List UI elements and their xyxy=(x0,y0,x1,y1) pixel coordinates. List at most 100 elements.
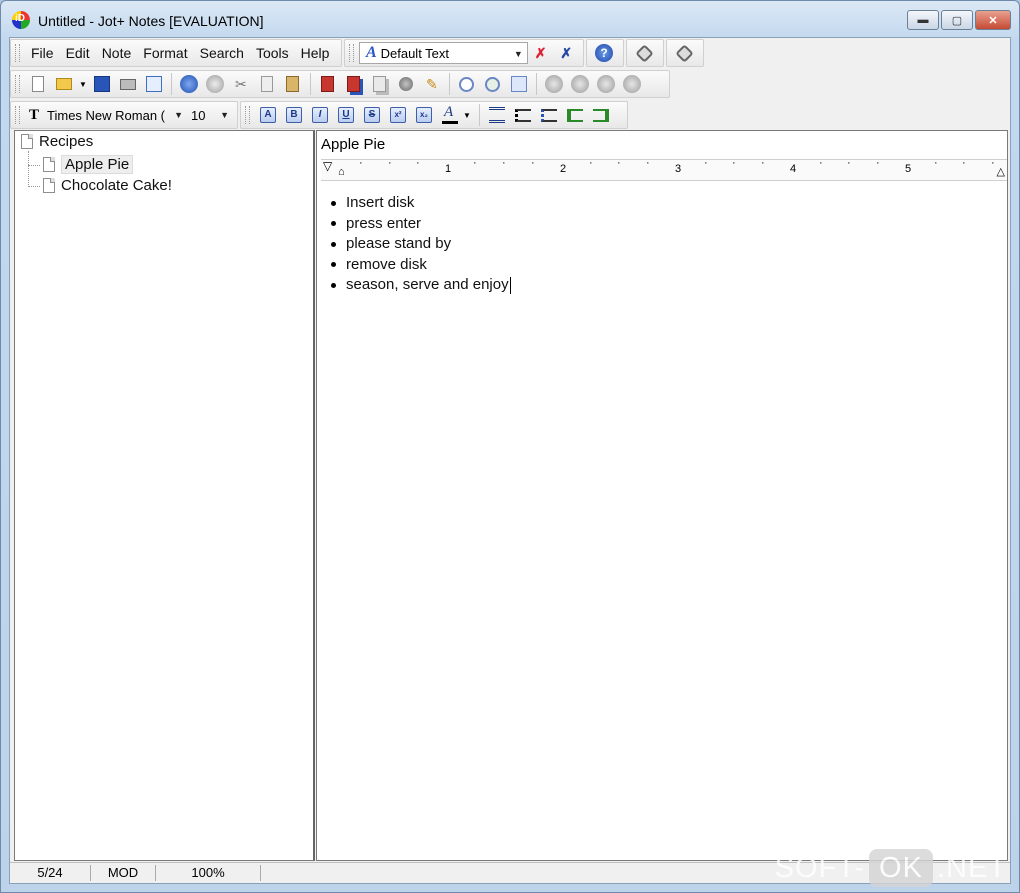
font-size-combo[interactable]: 10 ▼ xyxy=(187,104,233,126)
paragraph-button[interactable] xyxy=(486,104,508,126)
redo-icon xyxy=(205,75,224,93)
close-button[interactable]: ✕ xyxy=(975,10,1011,30)
highlight-format-icon: A xyxy=(260,107,276,123)
list-item-text: season, serve and enjoy xyxy=(346,276,509,294)
bullet-list-button[interactable] xyxy=(512,104,534,126)
list-item-text: Insert disk xyxy=(346,194,415,212)
duplicate-note-button[interactable] xyxy=(369,73,391,95)
bullet-icon xyxy=(331,221,336,227)
font-combo[interactable]: T Times New Roman ( ▼ xyxy=(25,104,187,126)
document-icon xyxy=(43,157,55,172)
bullet-icon xyxy=(331,241,336,247)
new-note-button[interactable] xyxy=(317,73,339,95)
undo-button[interactable] xyxy=(178,73,200,95)
window-title: Untitled - Jot+ Notes [EVALUATION] xyxy=(38,13,264,29)
move-left-button[interactable] xyxy=(595,73,617,95)
tool-b-button[interactable] xyxy=(673,42,695,64)
italic-button[interactable]: I xyxy=(309,104,331,126)
toolbar-grip[interactable] xyxy=(15,44,20,62)
chevron-down-icon[interactable]: ▼ xyxy=(174,110,183,120)
chevron-down-icon[interactable]: ▼ xyxy=(514,49,523,59)
menu-format[interactable]: Format xyxy=(137,42,193,64)
find-next-button[interactable] xyxy=(482,73,504,95)
apply-style-button[interactable]: ✗ xyxy=(530,42,552,64)
underline-button[interactable]: U xyxy=(335,104,357,126)
open-dropdown-icon[interactable]: ▼ xyxy=(79,80,87,89)
menu-edit[interactable]: Edit xyxy=(60,42,96,64)
right-indent-marker[interactable]: △ xyxy=(997,165,1005,178)
menu-file[interactable]: File xyxy=(25,42,60,64)
bullet-list: Insert disk press enter please stand by … xyxy=(331,193,511,296)
menu-search[interactable]: Search xyxy=(194,42,250,64)
toolbar-grip[interactable] xyxy=(349,44,354,62)
save-button[interactable] xyxy=(91,73,113,95)
menu-help[interactable]: Help xyxy=(295,42,336,64)
app-icon[interactable]: iD xyxy=(12,11,30,29)
list-item[interactable]: remove disk xyxy=(331,255,511,276)
toolbar-grip[interactable] xyxy=(15,75,20,93)
superscript-button[interactable]: x² xyxy=(387,104,409,126)
print-preview-button[interactable] xyxy=(143,73,165,95)
new-document-icon xyxy=(32,76,44,92)
tool-toolbar-a xyxy=(626,39,664,67)
italic-icon: I xyxy=(312,107,328,123)
replace-button[interactable] xyxy=(508,73,530,95)
subscript-button[interactable]: x₂ xyxy=(413,104,435,126)
tree-connector xyxy=(28,186,40,187)
cut-button[interactable]: ✂ xyxy=(230,73,252,95)
bold-button[interactable]: B xyxy=(283,104,305,126)
note-editor[interactable]: Apple Pie ▽ ⌂ · · · 1 · · · 2 · · · 3 · · · 4 · ·… xyxy=(316,130,1008,861)
arrow-down-icon xyxy=(570,75,589,93)
replace-icon xyxy=(510,76,527,92)
globe-button[interactable] xyxy=(395,73,417,95)
remove-style-button[interactable]: ✗ xyxy=(555,42,577,64)
tool-a-button[interactable] xyxy=(633,42,655,64)
maximize-button[interactable]: ▢ xyxy=(941,10,973,30)
strikethrough-button[interactable]: S xyxy=(361,104,383,126)
tree-item-apple-pie[interactable]: Apple Pie xyxy=(43,155,134,174)
move-right-button[interactable] xyxy=(621,73,643,95)
paste-button[interactable] xyxy=(282,73,304,95)
chevron-down-icon[interactable]: ▼ xyxy=(220,110,229,120)
numbered-list-button[interactable] xyxy=(538,104,560,126)
copy-button[interactable] xyxy=(256,73,278,95)
menu-bar: File Edit Note Format Search Tools Help xyxy=(10,39,342,67)
format-highlight-button[interactable]: A xyxy=(257,104,279,126)
notes-tree[interactable]: Recipes Apple Pie Chocolate Cake! xyxy=(14,130,315,861)
list-item[interactable]: season, serve and enjoy xyxy=(331,275,511,296)
minimize-button[interactable]: ▬ xyxy=(907,10,939,30)
list-item[interactable]: press enter xyxy=(331,214,511,235)
toolbar-grip[interactable] xyxy=(15,106,20,124)
move-down-button[interactable] xyxy=(569,73,591,95)
move-up-button[interactable] xyxy=(543,73,565,95)
menu-note[interactable]: Note xyxy=(96,42,138,64)
tree-item-chocolate-cake[interactable]: Chocolate Cake! xyxy=(43,177,172,194)
note-title[interactable]: Apple Pie xyxy=(321,136,385,153)
print-button[interactable] xyxy=(117,73,139,95)
strikethrough-icon: S xyxy=(364,107,380,123)
help-toolbar: ? xyxy=(586,39,624,67)
font-color-dropdown-icon[interactable]: ▼ xyxy=(463,111,471,120)
standard-toolbar-row: ▼ ✂ ✎ xyxy=(10,69,670,99)
font-color-button[interactable]: A xyxy=(439,104,461,126)
ruler-mark: 4 xyxy=(790,163,797,175)
new-button[interactable] xyxy=(27,73,49,95)
decrease-indent-button[interactable] xyxy=(590,104,612,126)
new-child-note-button[interactable] xyxy=(343,73,365,95)
open-button[interactable] xyxy=(53,73,75,95)
help-button[interactable]: ? xyxy=(593,42,615,64)
first-indent-marker[interactable]: ▽ xyxy=(323,159,332,173)
redo-button[interactable] xyxy=(204,73,226,95)
list-item[interactable]: Insert disk xyxy=(331,193,511,214)
new-child-note-icon xyxy=(347,76,361,92)
style-combo[interactable]: A Default Text ▼ xyxy=(358,42,528,64)
toolbar-grip[interactable] xyxy=(245,106,250,124)
ruler[interactable]: ▽ ⌂ · · · 1 · · · 2 · · · 3 · · · 4 · · · 5 · · · △ xyxy=(321,157,1007,181)
highlight-button[interactable]: ✎ xyxy=(421,73,443,95)
list-item[interactable]: please stand by xyxy=(331,234,511,255)
menu-tools[interactable]: Tools xyxy=(250,42,295,64)
increase-indent-button[interactable] xyxy=(564,104,586,126)
find-button[interactable] xyxy=(456,73,478,95)
tree-item-root[interactable]: Recipes xyxy=(21,133,93,150)
left-indent-marker[interactable]: ⌂ xyxy=(338,166,345,178)
